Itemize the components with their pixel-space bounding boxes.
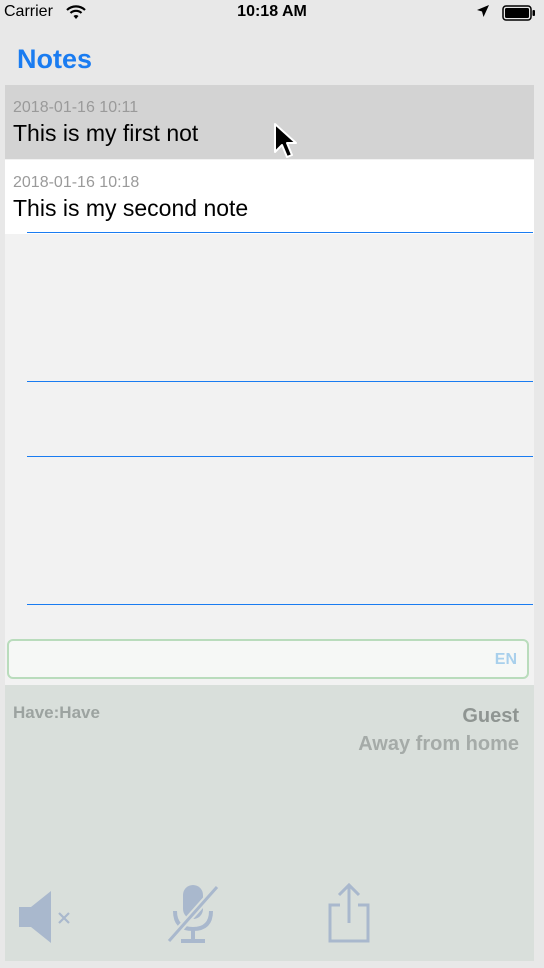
presence-status: Away from home [358,733,519,755]
have-label: Have:Have [13,703,100,722]
status-time: 10:18 AM [237,3,307,20]
share-icon[interactable] [326,882,372,950]
user-label: Guest [462,705,519,727]
note-title: This is my second note [13,195,249,221]
dictation-input[interactable]: EN [7,639,529,679]
speaker-muted-icon[interactable] [17,889,79,950]
row-separator [27,381,533,382]
status-bar: Carrier 10:18 AM [0,0,544,26]
note-row-first[interactable]: 2018-01-16 10:11 This is my first not [5,85,534,159]
location-arrow-icon [476,4,490,23]
language-button[interactable]: EN [495,651,517,669]
notes-container: 2018-01-16 10:11 This is my first not 20… [5,85,534,961]
row-separator [27,604,533,605]
page-title: Notes [17,44,93,74]
row-separator [27,232,533,233]
battery-icon [502,5,536,26]
row-separator [27,456,533,457]
note-title: This is my first not [13,120,199,146]
note-date: 2018-01-16 10:18 [13,174,140,191]
mouse-pointer-icon [273,122,299,165]
microphone-off-icon[interactable] [165,883,221,950]
notes-list[interactable]: 2018-01-16 10:11 This is my first not 20… [5,85,534,635]
note-row-second[interactable]: 2018-01-16 10:18 This is my second note [5,160,534,234]
note-date: 2018-01-16 10:11 [13,99,139,116]
info-panel: Have:Have Guest Away from home [5,685,534,961]
